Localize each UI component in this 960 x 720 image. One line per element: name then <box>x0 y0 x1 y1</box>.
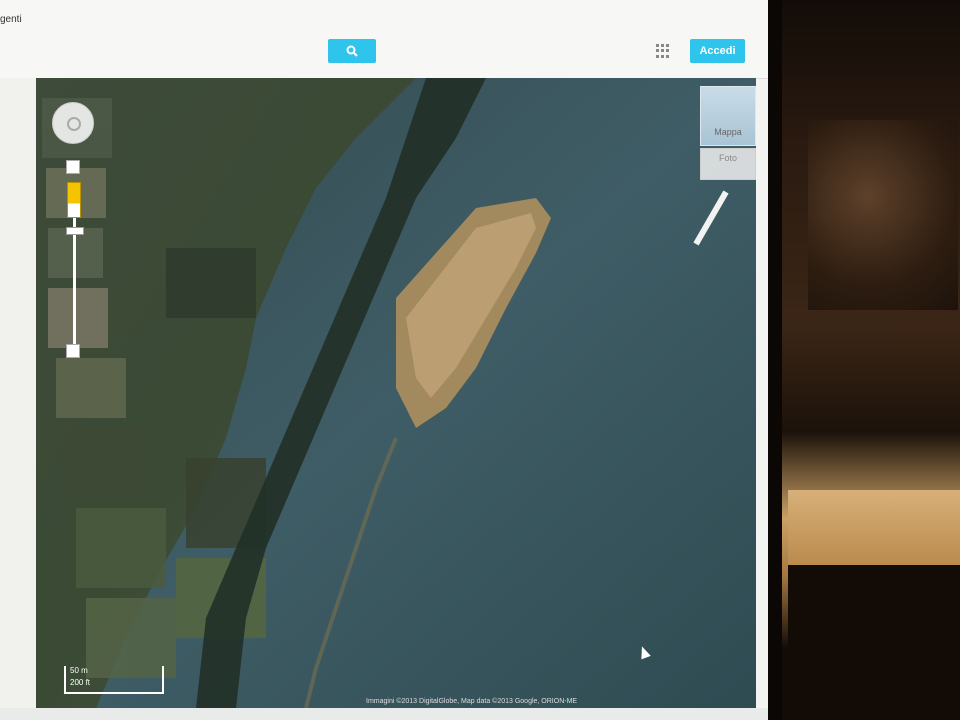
search-button[interactable] <box>328 39 376 63</box>
monitor-screen: genti Accedi Mappa Foto 50 m 200 ft Imma… <box>0 0 768 720</box>
street-view-pegman-icon[interactable] <box>67 182 81 218</box>
background-box <box>788 565 960 720</box>
search-input[interactable]: genti <box>0 8 300 32</box>
room-background <box>768 0 960 720</box>
scale-label-metric: 50 m <box>70 666 88 675</box>
background-shelf <box>808 120 958 310</box>
zoom-slider-thumb[interactable] <box>66 227 84 236</box>
zoom-in-button[interactable] <box>66 160 80 174</box>
photos-button[interactable]: Foto <box>700 148 756 180</box>
pan-control[interactable] <box>52 102 94 144</box>
scale-bar: 50 m 200 ft <box>64 666 164 694</box>
satellite-map[interactable]: Mappa Foto 50 m 200 ft Immagini ©2013 Di… <box>36 78 756 708</box>
map-type-label: Mappa <box>714 127 742 137</box>
scale-label-imperial: 200 ft <box>70 678 91 687</box>
zoom-out-button[interactable] <box>66 344 80 358</box>
apps-grid-icon[interactable] <box>656 44 670 58</box>
satellite-imagery <box>36 78 756 708</box>
map-type-toggle[interactable]: Mappa <box>700 86 756 146</box>
photos-label: Foto <box>718 153 737 163</box>
monitor-bezel <box>768 0 782 720</box>
search-icon <box>346 45 358 57</box>
background-floor <box>788 490 960 570</box>
side-panel-edge <box>0 78 36 720</box>
zoom-slider-track[interactable] <box>73 218 76 348</box>
screen-bottom-edge <box>0 708 768 720</box>
map-attribution: Immagini ©2013 DigitalGlobe, Map data ©2… <box>366 698 578 705</box>
top-bar: genti Accedi <box>0 0 768 79</box>
signin-button[interactable]: Accedi <box>690 39 745 63</box>
